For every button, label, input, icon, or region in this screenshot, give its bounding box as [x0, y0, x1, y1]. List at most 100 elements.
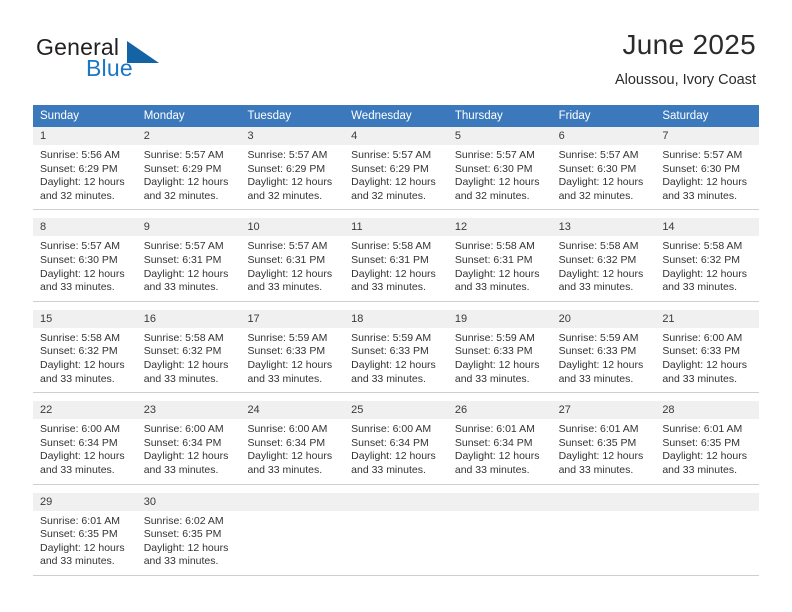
day-cell[interactable]: 21 Sunrise: 6:00 AM Sunset: 6:33 PM Dayligh…: [655, 309, 760, 393]
day-cell[interactable]: 3 Sunrise: 5:57 AM Sunset: 6:29 PM Daylight…: [240, 127, 345, 210]
daylight-text-line1: Daylight: 12 hours: [143, 176, 229, 189]
day-number: 18: [344, 309, 448, 328]
day-cell[interactable]: 24 Sunrise: 6:00 AM Sunset: 6:34 PM Dayligh…: [240, 401, 345, 484]
daylight-text-line1: Daylight: 12 hours: [143, 358, 229, 371]
daylight-text-line1: Daylight: 12 hours: [351, 267, 436, 280]
sunrise-text: Sunrise: 6:01 AM: [558, 423, 639, 436]
general-blue-logo[interactable]: General Blue: [36, 34, 236, 90]
day-cell[interactable]: 22 Sunrise: 6:00 AM Sunset: 6:34 PM Dayligh…: [33, 401, 137, 484]
day-cell[interactable]: 10 Sunrise: 5:57 AM Sunset: 6:31 PM Dayligh…: [240, 218, 345, 301]
day-cell[interactable]: 9 Sunrise: 5:57 AM Sunset: 6:31 PM Daylight…: [136, 218, 241, 301]
day-cell[interactable]: 12 Sunrise: 5:58 AM Sunset: 6:31 PM Dayligh…: [447, 218, 552, 301]
sunset-text: Sunset: 6:29 PM: [40, 162, 118, 175]
day-number: 29: [33, 492, 137, 511]
daylight-text-line1: Daylight: 12 hours: [558, 267, 644, 280]
day-number: 3: [240, 127, 345, 145]
day-number: 20: [551, 309, 656, 328]
day-cell[interactable]: 4 Sunrise: 5:57 AM Sunset: 6:29 PM Daylight…: [344, 127, 448, 210]
day-cell[interactable]: 16 Sunrise: 5:58 AM Sunset: 6:32 PM Dayligh…: [136, 309, 241, 393]
daylight-text-line2: and 33 minutes.: [351, 463, 426, 476]
day-cell-empty: [655, 492, 760, 575]
day-number: 12: [447, 218, 552, 237]
day-cell[interactable]: 2 Sunrise: 5:57 AM Sunset: 6:29 PM Daylight…: [136, 127, 241, 210]
day-cell[interactable]: 23 Sunrise: 6:00 AM Sunset: 6:34 PM Dayligh…: [136, 401, 241, 484]
day-cell[interactable]: 15 Sunrise: 5:58 AM Sunset: 6:32 PM Dayligh…: [33, 309, 137, 393]
sunrise-text: Sunrise: 5:59 AM: [247, 331, 328, 344]
day-number: 25: [344, 401, 448, 420]
daylight-text-line2: and 32 minutes.: [143, 189, 219, 202]
day-cell[interactable]: 6 Sunrise: 5:57 AM Sunset: 6:30 PM Daylight…: [551, 127, 656, 210]
weekday-header-sunday: Sunday: [40, 110, 80, 122]
daylight-text-line2: and 33 minutes.: [40, 555, 115, 568]
daylight-text-line2: and 33 minutes.: [40, 372, 115, 385]
day-details: Sunrise: 5:58 AM Sunset: 6:32 PM Daylight:…: [655, 236, 759, 300]
day-details: Sunrise: 5:57 AM Sunset: 6:31 PM Daylight:…: [240, 236, 344, 300]
day-cell[interactable]: 17 Sunrise: 5:59 AM Sunset: 6:33 PM Dayligh…: [240, 309, 345, 393]
day-cell[interactable]: 11 Sunrise: 5:58 AM Sunset: 6:31 PM Dayligh…: [344, 218, 448, 301]
daylight-text-line1: Daylight: 12 hours: [558, 450, 644, 463]
day-details: Sunrise: 6:00 AM Sunset: 6:34 PM Daylight:…: [240, 419, 344, 483]
daylight-text-line2: and 33 minutes.: [247, 463, 323, 476]
day-cell[interactable]: 5 Sunrise: 5:57 AM Sunset: 6:30 PM Daylight…: [447, 127, 552, 210]
sunrise-text: Sunrise: 5:58 AM: [143, 331, 224, 344]
daylight-text-line2: and 32 minutes.: [247, 189, 323, 202]
day-cell[interactable]: 28 Sunrise: 6:01 AM Sunset: 6:35 PM Dayligh…: [655, 401, 760, 484]
sunset-text: Sunset: 6:32 PM: [40, 345, 118, 358]
sunrise-text: Sunrise: 5:57 AM: [454, 149, 535, 161]
day-cell[interactable]: 7 Sunrise: 5:57 AM Sunset: 6:30 PM Daylight…: [655, 127, 760, 210]
day-cell[interactable]: 1 Sunrise: 5:56 AM Sunset: 6:29 PM Daylight…: [33, 127, 137, 210]
daylight-text-line1: Daylight: 12 hours: [247, 176, 333, 189]
daylight-text-line2: and 32 minutes.: [40, 189, 115, 202]
sunset-text: Sunset: 6:34 PM: [247, 436, 326, 449]
daylight-text-line1: Daylight: 12 hours: [143, 267, 229, 280]
title-block: June 2025 Aloussou, Ivory Coast: [615, 28, 756, 90]
daylight-text-line1: Daylight: 12 hours: [143, 450, 229, 463]
day-cell[interactable]: 26 Sunrise: 6:01 AM Sunset: 6:34 PM Dayligh…: [447, 401, 552, 484]
day-cell[interactable]: 18 Sunrise: 5:59 AM Sunset: 6:33 PM Dayligh…: [344, 309, 448, 393]
daylight-text-line1: Daylight: 12 hours: [558, 358, 644, 371]
day-cell[interactable]: 20 Sunrise: 5:59 AM Sunset: 6:33 PM Dayligh…: [551, 309, 656, 393]
daylight-text-line2: and 33 minutes.: [558, 281, 634, 294]
sunset-text: Sunset: 6:33 PM: [558, 345, 637, 358]
day-cell[interactable]: 8 Sunrise: 5:57 AM Sunset: 6:30 PM Daylight…: [33, 218, 137, 301]
day-cell[interactable]: 13 Sunrise: 5:58 AM Sunset: 6:32 PM Dayligh…: [551, 218, 656, 301]
sunrise-text: Sunrise: 5:58 AM: [351, 240, 432, 253]
day-details: [344, 511, 448, 521]
daylight-text-line2: and 33 minutes.: [247, 372, 323, 385]
daylight-text-line1: Daylight: 12 hours: [40, 450, 125, 463]
day-details: Sunrise: 6:02 AM Sunset: 6:35 PM Daylight:…: [137, 511, 241, 575]
daylight-text-line1: Daylight: 12 hours: [351, 450, 436, 463]
day-cell[interactable]: 14 Sunrise: 5:58 AM Sunset: 6:32 PM Dayligh…: [655, 218, 760, 301]
sunset-text: Sunset: 6:30 PM: [662, 162, 740, 175]
day-details: Sunrise: 6:01 AM Sunset: 6:34 PM Daylight:…: [448, 419, 552, 483]
daylight-text-line1: Daylight: 12 hours: [454, 176, 540, 189]
sunrise-text: Sunrise: 5:58 AM: [454, 240, 535, 253]
weekday-header-tuesday: Tuesday: [247, 110, 292, 122]
day-cell[interactable]: 27 Sunrise: 6:01 AM Sunset: 6:35 PM Dayligh…: [551, 401, 656, 484]
sunset-text: Sunset: 6:33 PM: [351, 345, 429, 358]
day-cell[interactable]: 29 Sunrise: 6:01 AM Sunset: 6:35 PM Dayligh…: [33, 492, 137, 575]
daylight-text-line1: Daylight: 12 hours: [40, 541, 125, 554]
week-row-spacer: [33, 210, 759, 218]
week-row: 8 Sunrise: 5:57 AM Sunset: 6:30 PM Daylight…: [33, 218, 760, 302]
day-number: [655, 492, 760, 511]
calendar-grid: Sunday Monday Tuesday Wednesday Thursday Frid…: [33, 105, 760, 576]
daylight-text-line2: and 33 minutes.: [662, 189, 738, 202]
sunrise-text: Sunrise: 6:01 AM: [662, 423, 743, 436]
day-number: 23: [136, 401, 241, 420]
day-details: Sunrise: 5:59 AM Sunset: 6:33 PM Daylight:…: [448, 328, 552, 392]
day-details: Sunrise: 5:58 AM Sunset: 6:32 PM Daylight:…: [137, 328, 241, 392]
sunset-text: Sunset: 6:33 PM: [247, 345, 326, 358]
sunset-text: Sunset: 6:31 PM: [143, 253, 222, 266]
sunrise-text: Sunrise: 6:01 AM: [454, 423, 535, 436]
day-details: Sunrise: 5:56 AM Sunset: 6:29 PM Daylight:…: [33, 145, 137, 209]
day-cell-empty: [240, 492, 345, 575]
day-cell[interactable]: 30 Sunrise: 6:02 AM Sunset: 6:35 PM Dayligh…: [136, 492, 241, 575]
day-details: Sunrise: 6:01 AM Sunset: 6:35 PM Daylight:…: [552, 419, 656, 483]
day-cell[interactable]: 19 Sunrise: 5:59 AM Sunset: 6:33 PM Dayligh…: [447, 309, 552, 393]
day-number: 24: [240, 401, 345, 420]
day-cell-empty: [551, 492, 656, 575]
daylight-text-line1: Daylight: 12 hours: [454, 450, 540, 463]
day-cell[interactable]: 25 Sunrise: 6:00 AM Sunset: 6:34 PM Dayligh…: [344, 401, 448, 484]
day-number: 5: [447, 127, 552, 145]
